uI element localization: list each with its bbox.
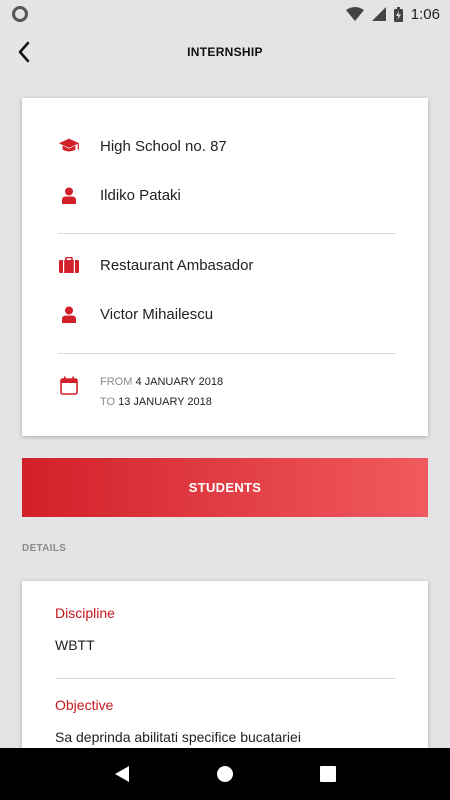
from-label: FROM	[100, 376, 133, 388]
person-icon	[58, 184, 80, 206]
discipline-label: Discipline	[55, 605, 115, 621]
battery-icon	[393, 6, 403, 22]
company-contact-row: Victor Mihailescu	[58, 303, 396, 325]
dates-row: FROM 4 JANUARY 2018 TO 13 JANUARY 2018	[58, 372, 396, 412]
divider	[58, 353, 396, 354]
nav-recents-button[interactable]	[313, 759, 343, 789]
status-bar: 1:06	[0, 0, 450, 28]
person-icon	[58, 303, 80, 325]
date-range: FROM 4 JANUARY 2018 TO 13 JANUARY 2018	[100, 372, 223, 412]
school-row: High School no. 87	[58, 135, 396, 157]
internship-summary-card: High School no. 87 Ildiko Pataki Restaur…	[22, 98, 428, 436]
notification-icon	[12, 6, 28, 22]
back-button[interactable]	[10, 38, 38, 66]
to-date: 13 JANUARY 2018	[118, 396, 212, 408]
divider	[58, 233, 396, 234]
discipline-value: WBTT	[55, 637, 95, 653]
school-contact-row: Ildiko Pataki	[58, 184, 396, 206]
page-title: INTERNSHIP	[187, 45, 263, 59]
school-name: High School no. 87	[100, 137, 227, 155]
nav-back-button[interactable]	[107, 759, 137, 789]
nav-back-icon	[114, 766, 129, 782]
app-bar: INTERNSHIP	[0, 28, 450, 76]
to-label: TO	[100, 396, 116, 408]
objective-label: Objective	[55, 697, 114, 713]
calendar-icon	[58, 374, 80, 396]
status-time: 1:06	[410, 5, 440, 23]
company-row: Restaurant Ambasador	[58, 254, 396, 276]
from-date: 4 JANUARY 2018	[135, 376, 224, 388]
school-contact-name: Ildiko Pataki	[100, 186, 181, 204]
company-contact-name: Victor Mihailescu	[100, 305, 214, 323]
signal-icon	[371, 7, 386, 21]
company-name: Restaurant Ambasador	[100, 256, 254, 274]
divider	[55, 678, 396, 679]
nav-recents-icon	[320, 766, 337, 782]
briefcase-icon	[58, 254, 80, 276]
details-section-label: DETAILS	[22, 543, 67, 554]
back-arrow-icon	[18, 41, 30, 63]
objective-value: Sa deprinda abilitati specifice bucatari…	[55, 729, 301, 745]
nav-home-icon	[216, 766, 233, 782]
system-navigation-bar	[0, 748, 450, 800]
nav-home-button[interactable]	[210, 759, 240, 789]
graduation-cap-icon	[58, 135, 80, 157]
students-button[interactable]: STUDENTS	[22, 458, 428, 517]
wifi-icon	[345, 7, 364, 21]
